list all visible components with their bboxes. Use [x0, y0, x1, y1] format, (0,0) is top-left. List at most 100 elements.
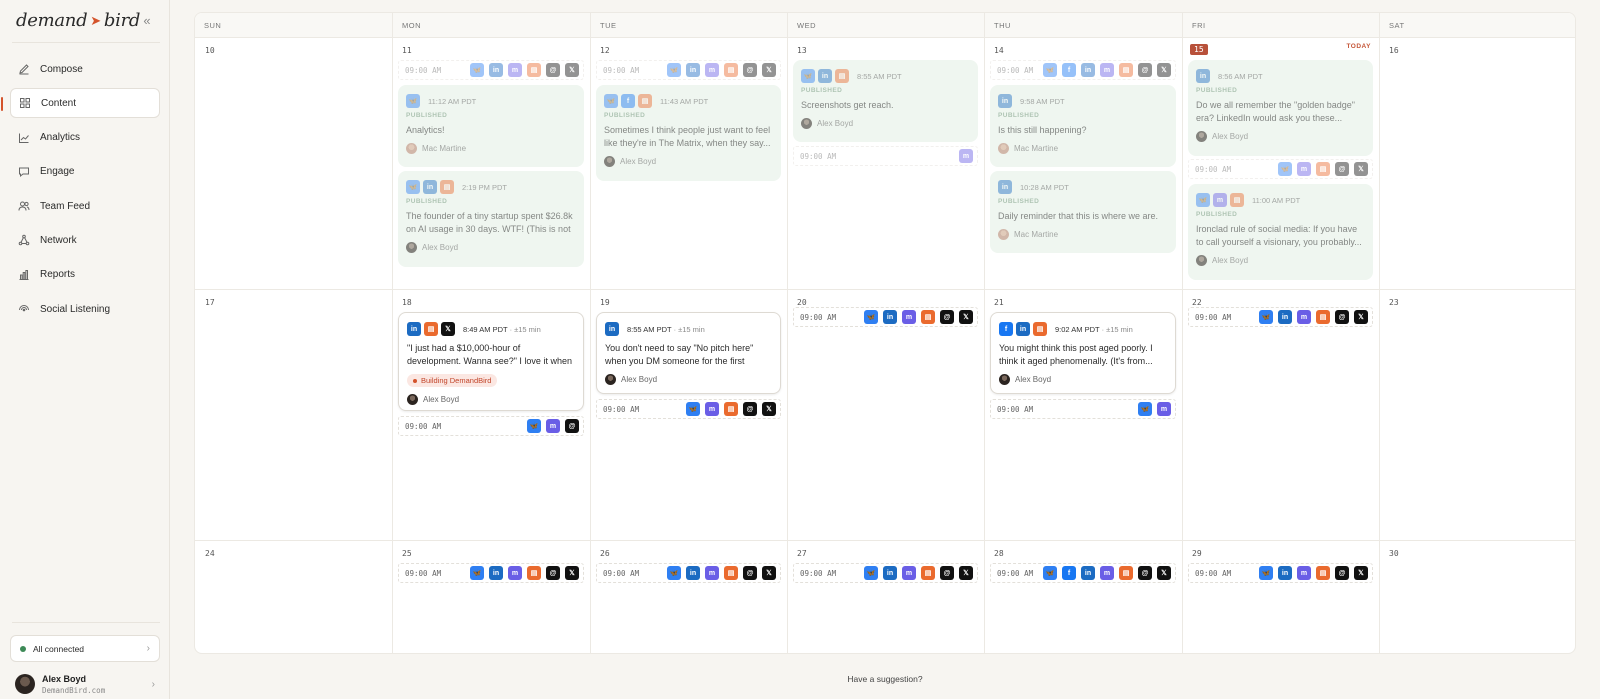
post-card[interactable]: 🦋 m ▤ 11:00 AM PDT PUBLISHED Ironclad ru… — [1188, 184, 1373, 280]
post-text: "I just had a $10,000-hour of developmen… — [407, 343, 572, 366]
linkedin-icon: in — [1278, 566, 1292, 580]
day-cell-21[interactable]: 21 f in ▤ 9:02 AM PDT · ±15 min You migh… — [984, 290, 1182, 540]
time-slot[interactable]: 09:00 AM 🦋 f in m ▤ @ 𝕏 — [990, 563, 1176, 583]
status-badge: PUBLISHED — [998, 112, 1040, 119]
sidebar-item-content[interactable]: Content — [1, 88, 160, 119]
time-slot[interactable]: 09:00 AM 🦋 in m ▤ @ 𝕏 — [1188, 563, 1373, 583]
day-cell-28[interactable]: 28 09:00 AM 🦋 f in m ▤ @ 𝕏 — [984, 541, 1182, 653]
post-time: 11:00 AM PDT — [1252, 195, 1301, 205]
mastodon-icon: m — [508, 63, 522, 77]
time-slot[interactable]: 09:00 AM 🦋 in m ▤ @ 𝕏 — [793, 563, 978, 583]
post-card[interactable]: 🦋 f ▤ 11:43 AM PDT PUBLISHED Sometimes I… — [596, 85, 781, 181]
x-icon: 𝕏 — [1354, 566, 1368, 580]
post-card[interactable]: 🦋 in ▤ 2:19 PM PDT PUBLISHED The founder… — [398, 171, 584, 267]
time-slot[interactable]: 09:00 AM 🦋 f in m ▤ @ 𝕏 — [990, 60, 1176, 80]
facebook-icon: f — [999, 322, 1013, 336]
connection-status-button[interactable]: All connected › — [10, 635, 160, 662]
time-slot[interactable]: 09:00 AM 🦋 m ▤ @ 𝕏 — [596, 399, 781, 419]
sidebar-item-engage[interactable]: Engage — [10, 157, 160, 187]
sidebar-item-reports[interactable]: Reports — [10, 260, 160, 290]
post-card[interactable]: in 9:58 AM PDT PUBLISHED Is this still h… — [990, 85, 1176, 167]
day-cell-26[interactable]: 26 09:00 AM 🦋 in m ▤ @ 𝕏 — [590, 541, 787, 653]
day-cell-13[interactable]: 13 🦋 in ▤ 8:55 AM PDT PUBLISHED Screensh… — [787, 38, 984, 289]
grid-icon — [19, 97, 31, 109]
time-slot[interactable]: 09:00 AM 🦋 in m ▤ @ 𝕏 — [398, 60, 584, 80]
post-card[interactable]: 🦋 11:12 AM PDT PUBLISHED Analytics! Mac … — [398, 85, 584, 167]
x-icon: 𝕏 — [1157, 63, 1171, 77]
campaign-tag[interactable]: Building DemandBird — [407, 374, 498, 387]
post-time: 10:28 AM PDT — [1020, 182, 1069, 192]
bluesky-icon: 🦋 — [1043, 63, 1057, 77]
time-slot[interactable]: 09:00 AM m — [793, 146, 978, 166]
post-time: 11:12 AM PDT — [428, 96, 477, 106]
day-cell-10[interactable]: 10 — [195, 38, 392, 289]
scheduled-post-card[interactable]: in ▤ 𝕏 8:49 AM PDT · ±15 min "I just had… — [398, 312, 584, 411]
post-time: 11:43 AM PDT — [660, 96, 709, 106]
day-cell-22[interactable]: 22 09:00 AM 🦋 in m ▤ @ 𝕏 — [1182, 290, 1379, 540]
time-slot[interactable]: 09:00 AM 🦋 m ▤ @ 𝕏 — [1188, 159, 1373, 179]
day-cell-20[interactable]: 20 09:00 AM 🦋 in m ▤ @ 𝕏 — [787, 290, 984, 540]
substack-icon: ▤ — [527, 566, 541, 580]
sidebar-item-analytics[interactable]: Analytics — [10, 123, 160, 153]
post-card[interactable]: 🦋 in ▤ 8:55 AM PDT PUBLISHED Screenshots… — [793, 60, 978, 142]
linkedin-icon: in — [998, 94, 1012, 108]
post-author: Alex Boyd — [801, 118, 970, 129]
day-cell-19[interactable]: 19 in 8:55 AM PDT · ±15 min You don't ne… — [590, 290, 787, 540]
collapse-sidebar-icon[interactable]: « — [140, 14, 154, 28]
sidebar-item-compose[interactable]: Compose — [10, 54, 160, 84]
day-number: 12 — [600, 46, 610, 55]
scheduled-post-card[interactable]: f in ▤ 9:02 AM PDT · ±15 min You might t… — [990, 312, 1176, 394]
substack-icon: ▤ — [1119, 566, 1133, 580]
post-card[interactable]: in 8:56 AM PDT PUBLISHED Do we all remem… — [1188, 60, 1373, 156]
sidebar: demand ➤ bird « Compose Content Analytics … — [0, 0, 170, 699]
bluesky-icon: 🦋 — [686, 402, 700, 416]
linkedin-icon: in — [1278, 310, 1292, 324]
time-slot[interactable]: 09:00 AM 🦋 m — [990, 399, 1176, 419]
x-icon: 𝕏 — [762, 402, 776, 416]
day-cell-27[interactable]: 27 09:00 AM 🦋 in m ▤ @ 𝕏 — [787, 541, 984, 653]
day-cell-23[interactable]: 23 — [1379, 290, 1575, 540]
day-cell-25[interactable]: 25 09:00 AM 🦋 in m ▤ @ 𝕏 — [392, 541, 590, 653]
arrow-icon: ➤ — [90, 14, 101, 29]
mastodon-icon: m — [959, 149, 973, 163]
day-cell-14[interactable]: 14 09:00 AM 🦋 f in m ▤ @ 𝕏 in 9:58 AM PD… — [984, 38, 1182, 289]
day-cell-17[interactable]: 17 — [195, 290, 392, 540]
sidebar-item-social-listening[interactable]: Social Listening — [10, 294, 160, 324]
slot-time: 09:00 AM — [1195, 568, 1232, 578]
time-slot[interactable]: 09:00 AM 🦋 m @ — [398, 416, 584, 436]
day-cell-18[interactable]: 18 in ▤ 𝕏 8:49 AM PDT · ±15 min "I just … — [392, 290, 590, 540]
post-text: The founder of a tiny startup spent $26.… — [406, 211, 573, 234]
substack-icon: ▤ — [1119, 63, 1133, 77]
brand-logo[interactable]: demand ➤ bird — [16, 10, 140, 31]
time-slot[interactable]: 09:00 AM 🦋 in m ▤ @ 𝕏 — [596, 563, 781, 583]
sidebar-item-team-feed[interactable]: Team Feed — [10, 191, 160, 221]
slot-time: 09:00 AM — [603, 65, 640, 75]
suggestion-link[interactable]: Have a suggestion? — [847, 674, 922, 684]
day-cell-16[interactable]: 16 — [1379, 38, 1575, 289]
chart-line-icon — [18, 132, 30, 144]
avatar — [801, 118, 812, 129]
bluesky-icon: 🦋 — [1259, 310, 1273, 324]
substack-icon: ▤ — [1316, 566, 1330, 580]
day-number: 20 — [797, 298, 807, 307]
time-slot[interactable]: 09:00 AM 🦋 in m ▤ @ 𝕏 — [1188, 307, 1373, 327]
day-cell-11[interactable]: 11 09:00 AM 🦋 in m ▤ @ 𝕏 🦋 11:12 AM PDT … — [392, 38, 590, 289]
time-slot[interactable]: 09:00 AM 🦋 in m ▤ @ 𝕏 — [398, 563, 584, 583]
threads-icon: @ — [1138, 63, 1152, 77]
sidebar-item-network[interactable]: Network — [10, 225, 160, 255]
scheduled-post-card[interactable]: in 8:55 AM PDT · ±15 min You don't need … — [596, 312, 781, 394]
day-cell-15-today[interactable]: 15 TODAY in 8:56 AM PDT PUBLISHED Do we … — [1182, 38, 1379, 289]
post-card[interactable]: in 10:28 AM PDT PUBLISHED Daily reminder… — [990, 171, 1176, 253]
day-cell-24[interactable]: 24 — [195, 541, 392, 653]
x-icon: 𝕏 — [1157, 566, 1171, 580]
post-text: Analytics! — [406, 125, 445, 135]
post-author: Alex Boyd — [1196, 255, 1365, 266]
substack-icon: ▤ — [527, 63, 541, 77]
time-slot[interactable]: 09:00 AM 🦋 in m ▤ @ 𝕏 — [596, 60, 781, 80]
day-cell-12[interactable]: 12 09:00 AM 🦋 in m ▤ @ 𝕏 🦋 f ▤ 11:43 AM … — [590, 38, 787, 289]
mastodon-icon: m — [1157, 402, 1171, 416]
x-icon: 𝕏 — [441, 322, 455, 336]
day-cell-30[interactable]: 30 — [1379, 541, 1575, 653]
time-slot[interactable]: 09:00 AM 🦋 in m ▤ @ 𝕏 — [793, 307, 978, 327]
day-cell-29[interactable]: 29 09:00 AM 🦋 in m ▤ @ 𝕏 — [1182, 541, 1379, 653]
